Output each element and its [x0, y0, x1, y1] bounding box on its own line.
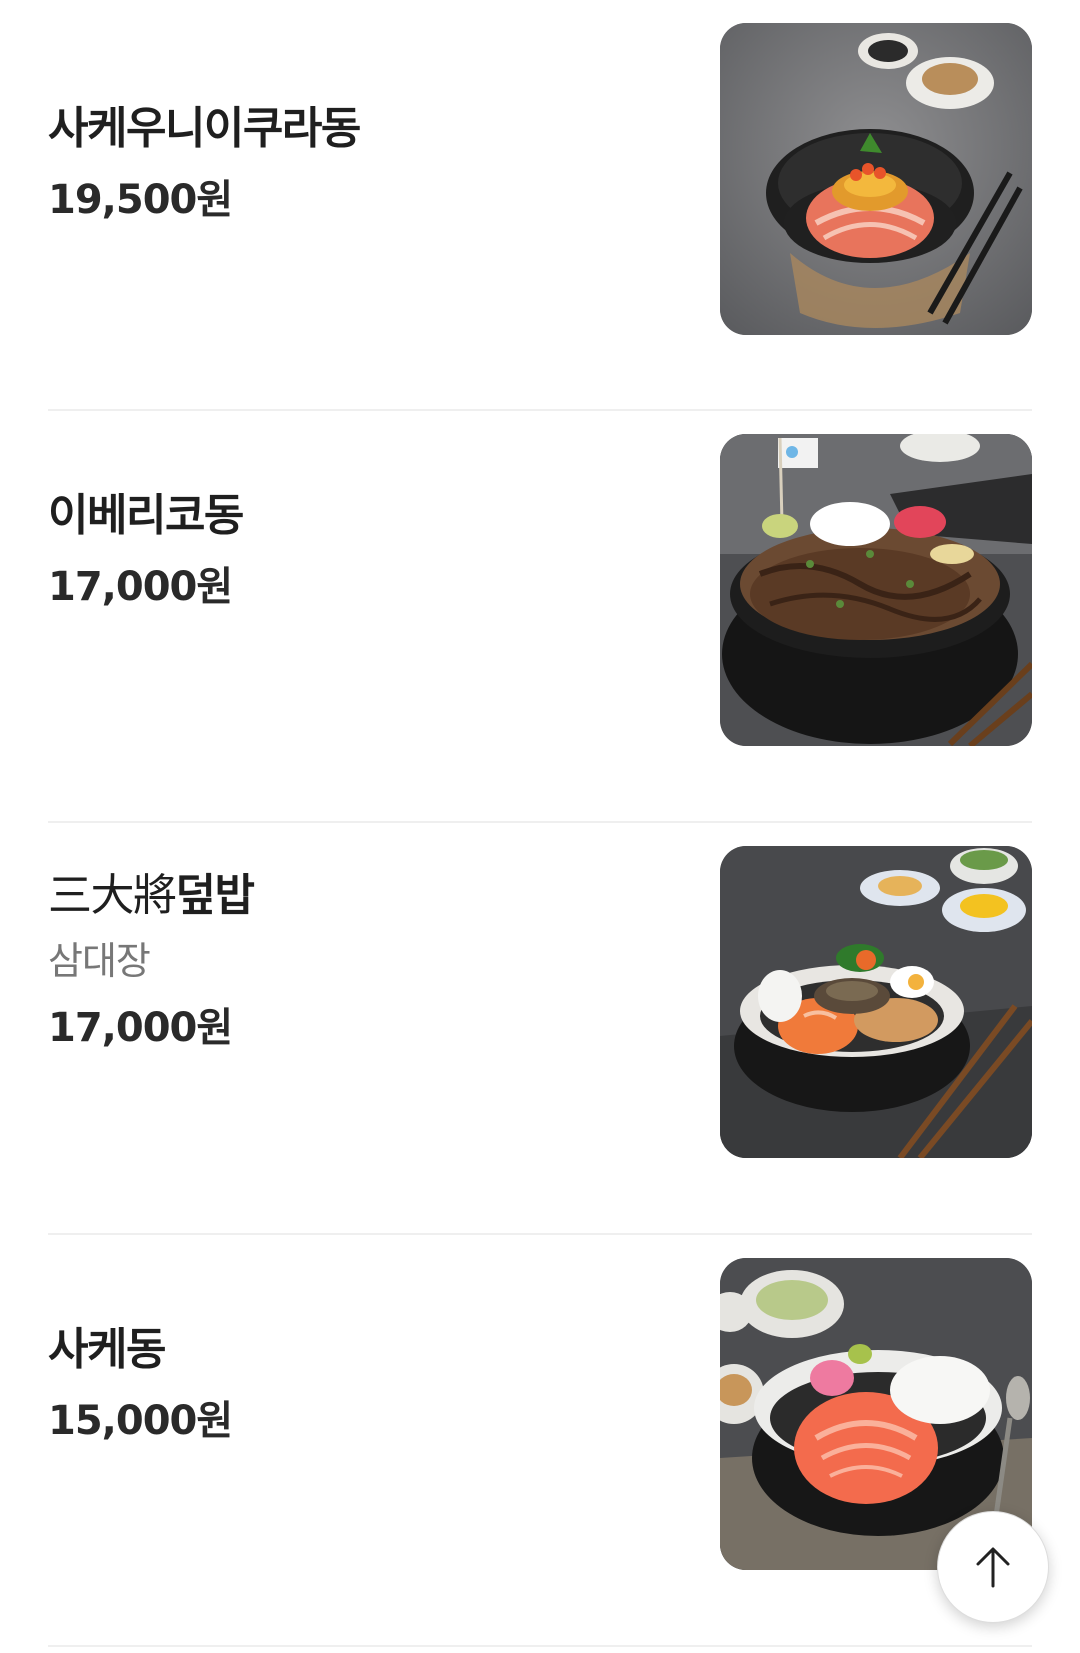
menu-item-name: 이베리코동: [48, 490, 244, 541]
menu-list: 사케우니이쿠라동 19,500원 이베리코동 17,000원 三大將덮밥 삼대장…: [0, 0, 1080, 1653]
menu-item-name: 三大將덮밥: [48, 870, 668, 923]
menu-item-price: 15,000원: [48, 1397, 233, 1444]
menu-item-text: 사케우니이쿠라동 19,500원: [48, 103, 668, 224]
menu-item-name-hanja: 三大將: [48, 870, 177, 921]
menu-item-text: 사케동 15,000원: [48, 1324, 668, 1445]
scroll-to-top-button[interactable]: [937, 1511, 1049, 1623]
menu-item-price: 19,500원: [48, 176, 233, 223]
iberico-don-photo[interactable]: [720, 434, 1032, 746]
menu-item-text: 이베리코동 17,000원: [48, 490, 668, 611]
samdaejang-deopbap-photo[interactable]: [720, 846, 1032, 1158]
menu-item-price: 17,000원: [48, 1005, 233, 1052]
menu-item[interactable]: 사케동 15,000원: [48, 1236, 1032, 1647]
arrow-up-icon: [976, 1547, 1010, 1588]
menu-item-name: 사케우니이쿠라동: [48, 103, 361, 154]
menu-item-name-hangul: 덮밥: [175, 870, 255, 921]
menu-item[interactable]: 이베리코동 17,000원: [48, 412, 1032, 823]
menu-item[interactable]: 사케우니이쿠라동 19,500원: [48, 0, 1032, 411]
menu-item-subname: 삼대장: [48, 938, 151, 983]
menu-item-text: 三大將덮밥 삼대장 17,000원: [48, 870, 668, 1052]
menu-item-name: 사케동: [48, 1324, 166, 1375]
salmon-uni-ikura-don-photo[interactable]: [720, 23, 1032, 335]
menu-item[interactable]: 三大將덮밥 삼대장 17,000원: [48, 824, 1032, 1235]
menu-item-price: 17,000원: [48, 563, 233, 610]
